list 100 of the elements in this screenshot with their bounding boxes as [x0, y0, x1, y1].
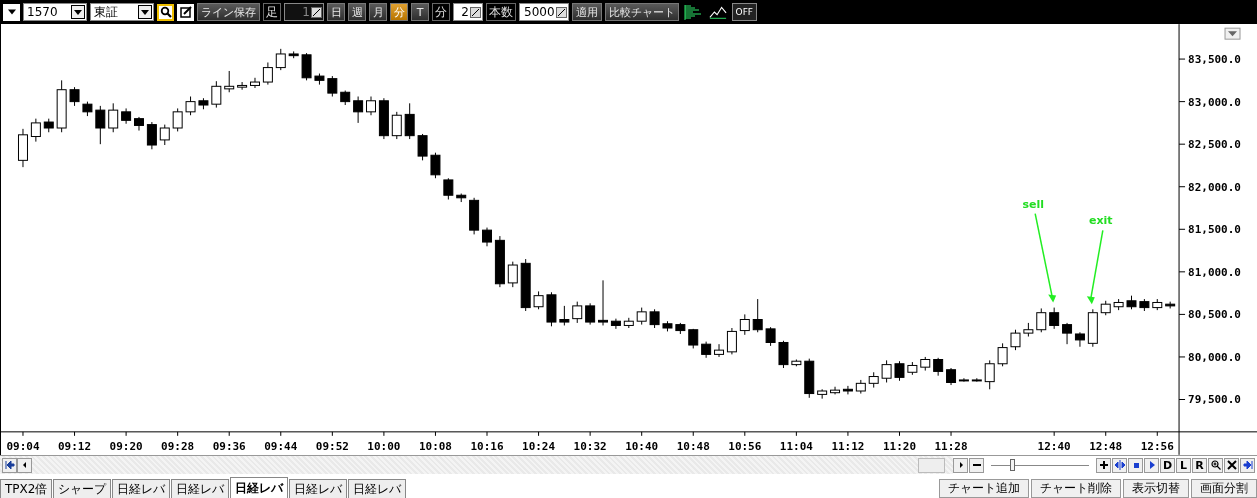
caret-icon	[74, 9, 82, 15]
chart-tab[interactable]: TPX2倍	[0, 479, 53, 498]
dropdown-field[interactable]: 1570	[23, 3, 87, 21]
candlestick	[765, 326, 776, 347]
dropdown-button[interactable]	[1224, 27, 1241, 40]
edit-icon	[555, 6, 567, 18]
time-label: 09:20	[109, 439, 143, 453]
action-button[interactable]: 表示切替	[1123, 479, 1189, 498]
nav-button[interactable]	[953, 457, 968, 473]
candlestick	[881, 359, 892, 383]
nav-button[interactable]	[17, 457, 32, 473]
candlestick	[1126, 295, 1137, 310]
candlestick	[920, 356, 931, 372]
time-label: 09:12	[58, 439, 92, 453]
action-button[interactable]: チャート削除	[1031, 479, 1121, 498]
candlestick	[198, 97, 209, 110]
action-button[interactable]: 画面分割	[1191, 479, 1257, 498]
price-label: 79,500.0	[1188, 393, 1241, 407]
action-button[interactable]: チャート追加	[939, 479, 1029, 498]
chart-tab[interactable]: 日経レバ	[171, 479, 230, 498]
number-field[interactable]: 2	[453, 3, 483, 21]
caret-icon	[7, 9, 16, 15]
zoom-slider[interactable]	[991, 457, 1089, 473]
chart-tab[interactable]: 日経レバ	[230, 477, 289, 498]
candlestick	[327, 75, 338, 97]
candlestick	[301, 52, 312, 81]
chart-tab[interactable]: 日経レバ	[289, 479, 348, 498]
candlestick	[907, 361, 918, 376]
candlestick	[224, 70, 235, 93]
period-tab[interactable]: 週	[348, 3, 366, 21]
candlestick	[456, 193, 467, 203]
toolbar-button[interactable]: 適用	[571, 3, 602, 21]
nav-button[interactable]	[969, 457, 984, 473]
candlestick	[778, 340, 789, 369]
candlestick	[817, 388, 828, 400]
candlestick	[417, 133, 428, 161]
time-label: 09:52	[315, 439, 349, 453]
candlestick	[688, 328, 699, 349]
slider-thumb[interactable]	[1009, 458, 1015, 471]
price-label: 81,500.0	[1188, 223, 1241, 237]
menu-button[interactable]	[3, 3, 20, 21]
time-label: 10:40	[625, 439, 659, 453]
candlestick	[1152, 298, 1163, 311]
candlestick	[69, 86, 80, 107]
nav-button[interactable]	[1240, 457, 1255, 473]
first-page-icon	[4, 460, 15, 470]
candlestick	[469, 197, 480, 235]
candlestick	[185, 96, 196, 116]
candlestick	[636, 307, 647, 326]
nav-button[interactable]	[1224, 457, 1239, 473]
toggle-button[interactable]: OFF	[731, 3, 757, 21]
search-icon	[159, 6, 172, 18]
candlestick	[997, 342, 1008, 367]
candlestick	[559, 305, 570, 326]
nav-button[interactable]	[1208, 457, 1223, 473]
nav-button[interactable]: R	[1192, 457, 1207, 473]
candlestick	[868, 371, 879, 389]
chart-tab[interactable]: 日経レバ	[112, 479, 171, 498]
nav-button[interactable]: L	[1176, 457, 1191, 473]
move-icon	[1114, 460, 1125, 470]
number-field[interactable]: 5000	[519, 3, 569, 21]
scroll-thumb[interactable]	[918, 457, 945, 473]
price-label: 80,500.0	[1188, 308, 1241, 322]
candlestick	[610, 318, 621, 330]
nav-button[interactable]	[1128, 457, 1143, 473]
toolbar-button[interactable]: 比較チャート	[604, 3, 679, 21]
candlestick	[18, 128, 28, 168]
last-page-icon	[1242, 460, 1253, 470]
candlestick	[984, 359, 995, 390]
price-label: 82,500.0	[1188, 138, 1241, 152]
nav-button[interactable]	[1112, 457, 1127, 473]
candlestick	[752, 298, 763, 333]
candlestick	[714, 343, 724, 358]
price-label: 82,000.0	[1188, 180, 1241, 194]
candlestick	[572, 301, 583, 324]
time-label: 10:08	[418, 439, 452, 453]
nav-button[interactable]: D	[1160, 457, 1175, 473]
nav-button[interactable]	[2, 457, 17, 473]
dropdown-field[interactable]: 東証	[90, 3, 154, 21]
candlestick	[623, 317, 634, 329]
candlestick	[1062, 322, 1073, 345]
chart-tab[interactable]: 日経レバ	[348, 479, 407, 498]
candlestick	[30, 118, 41, 143]
candlestick	[443, 177, 454, 200]
chart-tab[interactable]: シャープ	[53, 479, 112, 498]
field-label: 本数	[486, 3, 516, 21]
candlestick	[507, 261, 518, 288]
toolbar-button[interactable]: ライン保存	[197, 3, 260, 21]
price-label: 80,000.0	[1188, 350, 1241, 364]
candlestick	[855, 379, 866, 395]
bars-icon	[683, 4, 702, 20]
period-tab[interactable]: 日	[327, 3, 345, 21]
candlestick	[971, 377, 982, 383]
nav-button[interactable]	[1144, 457, 1159, 473]
time-label: 11:04	[779, 439, 813, 453]
nav-button[interactable]	[1096, 457, 1111, 473]
candlestick	[43, 118, 54, 133]
period-tab[interactable]: 月	[369, 3, 387, 21]
period-tab[interactable]: T	[411, 3, 429, 21]
candlestick	[250, 77, 260, 89]
